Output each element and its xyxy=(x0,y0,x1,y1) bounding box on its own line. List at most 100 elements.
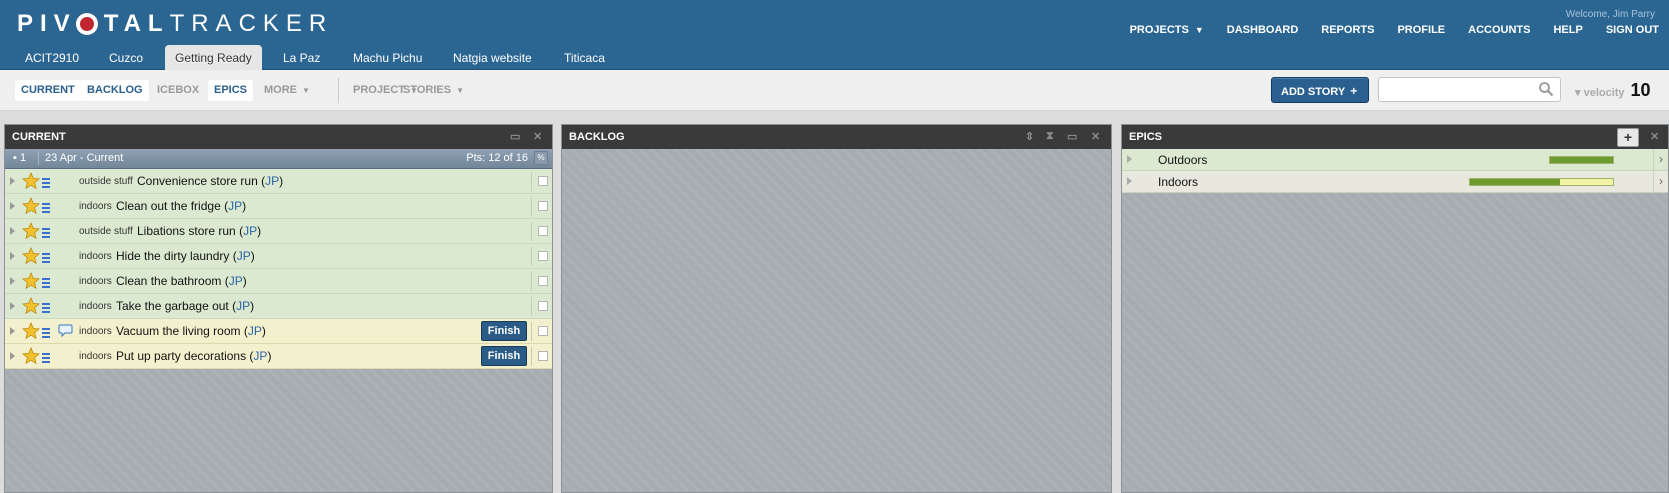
star-icon[interactable] xyxy=(22,271,40,290)
star-icon[interactable] xyxy=(22,296,40,315)
project-tab[interactable]: ACIT2910 xyxy=(25,45,79,70)
epic-progress-fill xyxy=(1550,157,1613,163)
minimize-panel-icon[interactable]: ▭ xyxy=(510,130,520,143)
expand-arrow-icon[interactable] xyxy=(10,277,15,285)
story-row[interactable]: indoors Vacuum the living room (JP) Finish xyxy=(5,319,552,344)
toggle-backlog-button[interactable]: BACKLOG xyxy=(81,80,149,101)
expand-arrow-icon[interactable] xyxy=(10,302,15,310)
velocity-label: velocity xyxy=(1583,87,1625,99)
more-menu[interactable]: MORE ▼ xyxy=(258,80,316,101)
nav-projects[interactable]: PROJECTS ▼ xyxy=(1130,24,1204,36)
minimize-panel-icon[interactable]: ▭ xyxy=(1067,130,1077,143)
close-icon[interactable]: ✕ xyxy=(1091,130,1100,143)
collapse-icon[interactable]: ⧗ xyxy=(1046,130,1054,143)
percent-icon[interactable]: % xyxy=(534,151,548,165)
star-icon[interactable] xyxy=(22,346,40,365)
search-icon[interactable] xyxy=(1538,81,1554,97)
select-checkbox[interactable] xyxy=(538,201,548,211)
project-tab-active[interactable]: Getting Ready xyxy=(165,45,262,70)
epic-name: Outdoors xyxy=(1158,153,1208,167)
expand-arrow-icon[interactable] xyxy=(10,227,15,235)
story-label[interactable]: indoors xyxy=(79,301,112,312)
velocity-display[interactable]: ▾ velocity 10 xyxy=(1575,80,1651,101)
story-row[interactable]: indoors Clean the bathroom (JP) xyxy=(5,269,552,294)
expand-arrow-icon[interactable] xyxy=(10,352,15,360)
story-owner[interactable]: JP xyxy=(236,299,250,313)
story-owner[interactable]: JP xyxy=(243,224,257,238)
expand-arrow-icon[interactable] xyxy=(10,177,15,185)
story-owner[interactable]: JP xyxy=(229,274,243,288)
story-owner[interactable]: JP xyxy=(237,249,251,263)
nav-reports[interactable]: REPORTS xyxy=(1321,24,1374,36)
star-icon[interactable] xyxy=(22,171,40,190)
panel-title: CURRENT xyxy=(12,131,66,143)
divider xyxy=(531,247,532,266)
story-row[interactable]: indoors Put up party decorations (JP) Fini… xyxy=(5,344,552,369)
sort-icon[interactable]: ⇕ xyxy=(1025,130,1034,143)
project-tab[interactable]: Cuzco xyxy=(109,45,143,70)
close-icon[interactable]: ✕ xyxy=(533,130,542,143)
star-icon[interactable] xyxy=(22,246,40,265)
chevron-right-icon[interactable]: › xyxy=(1653,149,1668,170)
stories-menu[interactable]: STORIES ▼ xyxy=(397,80,470,101)
story-row[interactable]: indoors Hide the dirty laundry (JP) xyxy=(5,244,552,269)
story-label[interactable]: indoors xyxy=(79,351,112,362)
iteration-header[interactable]: ▪ 1 23 Apr - Current Pts: 12 of 16 % xyxy=(5,149,552,169)
nav-profile[interactable]: PROFILE xyxy=(1397,24,1445,36)
story-owner[interactable]: JP xyxy=(253,349,267,363)
select-checkbox[interactable] xyxy=(538,276,548,286)
story-row[interactable]: indoors Take the garbage out (JP) xyxy=(5,294,552,319)
nav-dashboard[interactable]: DASHBOARD xyxy=(1227,24,1299,36)
select-checkbox[interactable] xyxy=(538,226,548,236)
select-checkbox[interactable] xyxy=(538,251,548,261)
nav-accounts[interactable]: ACCOUNTS xyxy=(1468,24,1530,36)
select-checkbox[interactable] xyxy=(538,176,548,186)
finish-button[interactable]: Finish xyxy=(481,321,527,341)
expand-arrow-icon[interactable] xyxy=(1127,177,1132,185)
expand-arrow-icon[interactable] xyxy=(10,202,15,210)
project-tab[interactable]: La Paz xyxy=(283,45,320,70)
expand-arrow-icon[interactable] xyxy=(1127,155,1132,163)
select-checkbox[interactable] xyxy=(538,301,548,311)
story-label[interactable]: indoors xyxy=(79,326,112,337)
toggle-current-button[interactable]: CURRENT xyxy=(15,80,81,101)
story-label[interactable]: outside stuff xyxy=(79,226,133,237)
story-owner[interactable]: JP xyxy=(248,324,262,338)
add-epic-plus-icon[interactable]: + xyxy=(1617,128,1639,147)
star-icon[interactable] xyxy=(22,321,40,340)
star-icon[interactable] xyxy=(22,196,40,215)
story-row[interactable]: outside stuff Libations store run (JP) xyxy=(5,219,552,244)
story-row[interactable]: indoors Clean out the fridge (JP) xyxy=(5,194,552,219)
story-label[interactable]: indoors xyxy=(79,276,112,287)
story-owner[interactable]: JP xyxy=(265,174,279,188)
story-title-text: Clean out the fridge xyxy=(116,199,221,213)
story-row[interactable]: outside stuff Convenience store run (JP) xyxy=(5,169,552,194)
star-icon[interactable] xyxy=(22,221,40,240)
story-owner[interactable]: JP xyxy=(228,199,242,213)
epic-row[interactable]: Indoors › xyxy=(1122,171,1668,193)
project-tab[interactable]: Machu Pichu xyxy=(353,45,422,70)
select-checkbox[interactable] xyxy=(538,351,548,361)
project-tab[interactable]: Natgia website xyxy=(453,45,532,70)
add-story-button[interactable]: ADD STORY + xyxy=(1271,77,1369,103)
close-icon[interactable]: ✕ xyxy=(1650,130,1659,143)
chevron-right-icon[interactable]: › xyxy=(1653,171,1668,192)
logo-text-left: PIV xyxy=(17,10,77,37)
search-input[interactable] xyxy=(1378,77,1561,102)
story-label[interactable]: indoors xyxy=(79,251,112,262)
story-label[interactable]: outside stuff xyxy=(79,176,133,187)
epic-row[interactable]: Outdoors › xyxy=(1122,149,1668,171)
toggle-icebox-button[interactable]: ICEBOX xyxy=(151,80,205,101)
nav-signout[interactable]: SIGN OUT xyxy=(1606,24,1659,36)
pivotal-tracker-logo[interactable]: PIV TAL TRACKER xyxy=(17,10,333,37)
expand-arrow-icon[interactable] xyxy=(10,252,15,260)
story-label[interactable]: indoors xyxy=(79,201,112,212)
divider xyxy=(531,297,532,316)
nav-help[interactable]: HELP xyxy=(1553,24,1582,36)
select-checkbox[interactable] xyxy=(538,326,548,336)
expand-arrow-icon[interactable] xyxy=(10,327,15,335)
toggle-epics-button[interactable]: EPICS xyxy=(208,80,254,101)
finish-button[interactable]: Finish xyxy=(481,346,527,366)
project-tab[interactable]: Titicaca xyxy=(564,45,605,70)
current-panel-header: CURRENT ▭ ✕ xyxy=(5,125,552,149)
